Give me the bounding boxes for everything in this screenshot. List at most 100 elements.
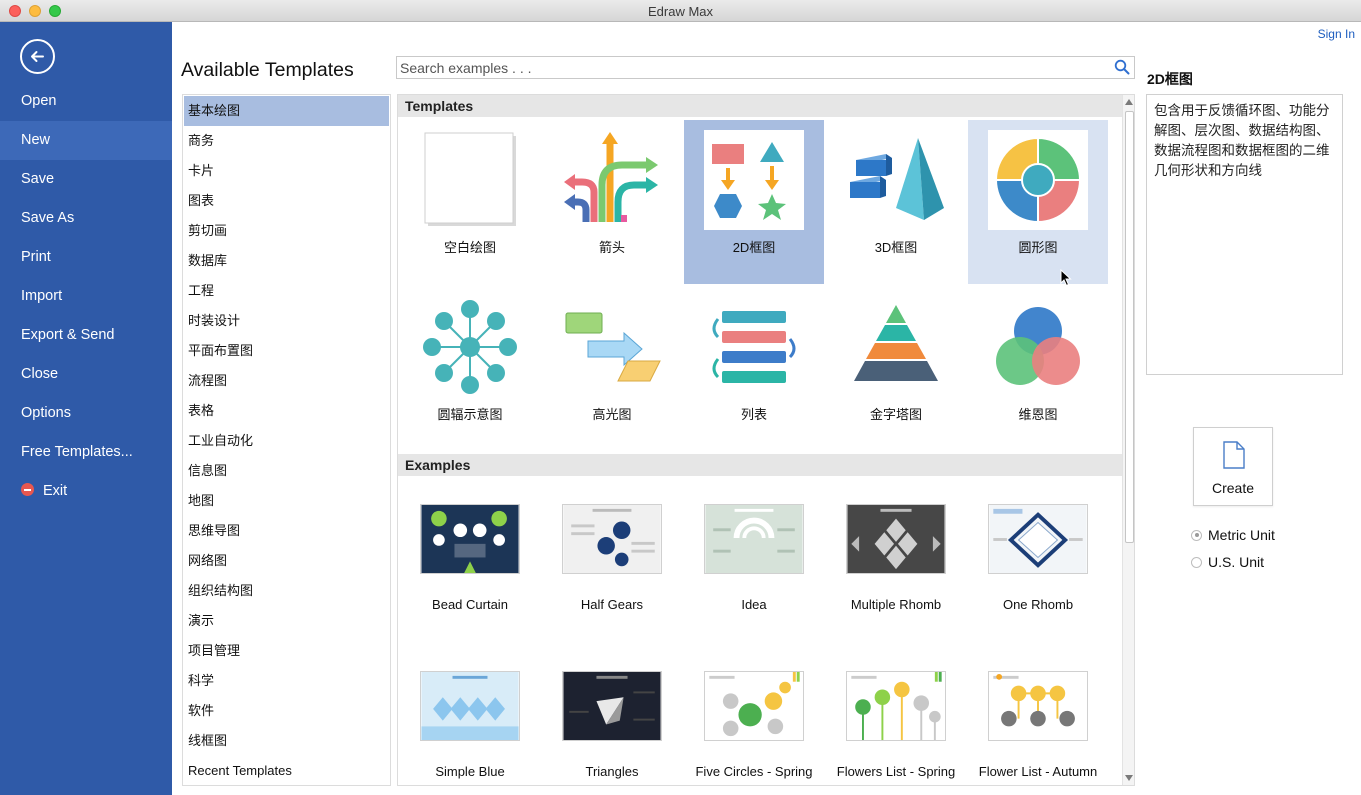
template-label: 圆形图 — [1018, 240, 1058, 255]
category-item[interactable]: 商务 — [184, 126, 389, 156]
search-input[interactable] — [397, 57, 1097, 78]
triangles-thumbnail — [562, 671, 662, 741]
category-item[interactable]: 信息图 — [184, 456, 389, 486]
example-tile-five-circles-spring[interactable]: Five Circles - Spring — [684, 663, 824, 785]
example-tile-bead-curtain[interactable]: Bead Curtain — [400, 496, 540, 656]
category-item[interactable]: 网络图 — [184, 546, 389, 576]
main-content: Sign In Available Templates 基本绘图 商务 卡片 图表 剪切… — [172, 22, 1361, 795]
metric-unit-radio[interactable]: Metric Unit — [1191, 526, 1275, 544]
nav-item-export-send[interactable]: Export & Send — [0, 316, 172, 355]
nav-item-save-as[interactable]: Save As — [0, 199, 172, 238]
template-tile-venn[interactable]: 维恩图 — [968, 287, 1108, 451]
template-tile-2d-block[interactable]: 2D框图 — [684, 120, 824, 284]
create-label: Create — [1211, 480, 1255, 496]
example-tile-flower-list-autumn[interactable]: Flower List - Autumn — [968, 663, 1108, 785]
gallery-scrollbar[interactable] — [1122, 95, 1134, 785]
category-list: 基本绘图 商务 卡片 图表 剪切画 数据库 工程 时装设计 平面布置图 流程图 表格 工业自动化 信息图… — [183, 95, 390, 786]
category-item[interactable]: 组织结构图 — [184, 576, 389, 606]
blank-page-icon — [424, 132, 516, 226]
half-gears-thumbnail — [562, 504, 662, 574]
nav-item-free-templates[interactable]: Free Templates... — [0, 433, 172, 472]
example-tile-flowers-list-spring[interactable]: Flowers List - Spring — [826, 663, 966, 785]
template-tile-pyramid[interactable]: 金字塔图 — [826, 287, 966, 451]
example-tile-triangles[interactable]: Triangles — [542, 663, 682, 785]
search-icon[interactable] — [1114, 59, 1130, 75]
category-item[interactable]: 地图 — [184, 486, 389, 516]
category-item[interactable]: 演示 — [184, 606, 389, 636]
template-tile-highlight[interactable]: 高光图 — [542, 287, 682, 451]
example-tile-multiple-rhomb[interactable]: Multiple Rhomb — [826, 496, 966, 656]
category-item[interactable]: 科学 — [184, 666, 389, 696]
category-item[interactable]: 数据库 — [184, 246, 389, 276]
3d-block-icon — [850, 138, 944, 220]
scroll-thumb[interactable] — [1125, 111, 1134, 543]
window-title: Edraw Max — [647, 4, 714, 19]
detail-title: 2D框图 — [1147, 71, 1193, 87]
category-item[interactable]: Recent Templates — [184, 756, 389, 786]
example-label: Simple Blue — [435, 764, 505, 779]
template-tile-blank[interactable]: 空白绘图 — [400, 120, 540, 284]
arrows-icon — [564, 132, 658, 222]
scroll-down-icon[interactable] — [1125, 775, 1133, 781]
template-tile-spoke[interactable]: 圆辐示意图 — [400, 287, 540, 451]
back-button[interactable] — [20, 39, 55, 74]
nav-item-exit[interactable]: Exit — [0, 472, 172, 511]
template-tile-list[interactable]: 列表 — [684, 287, 824, 451]
us-unit-label: U.S. Unit — [1208, 554, 1265, 570]
category-item[interactable]: 图表 — [184, 186, 389, 216]
example-tile-one-rhomb[interactable]: One Rhomb — [968, 496, 1108, 656]
category-item[interactable]: 项目管理 — [184, 636, 389, 666]
nav-item-print[interactable]: Print — [0, 238, 172, 277]
example-label: Flowers List - Spring — [836, 764, 956, 779]
nav-item-import[interactable]: Import — [0, 277, 172, 316]
simple-blue-thumbnail — [420, 671, 520, 741]
idea-thumbnail — [704, 504, 804, 574]
create-button[interactable]: Create — [1193, 427, 1273, 506]
example-tile-half-gears[interactable]: Half Gears — [542, 496, 682, 656]
template-tile-circle[interactable]: 圆形图 — [968, 120, 1108, 284]
category-item[interactable]: 基本绘图 — [184, 96, 389, 126]
nav-item-close[interactable]: Close — [0, 355, 172, 394]
example-tile-simple-blue[interactable]: Simple Blue — [400, 663, 540, 785]
category-item[interactable]: 工程 — [184, 276, 389, 306]
template-tile-arrows[interactable]: 箭头 — [542, 120, 682, 284]
template-label: 2D框图 — [732, 240, 776, 255]
category-item[interactable]: 流程图 — [184, 366, 389, 396]
us-unit-radio[interactable]: U.S. Unit — [1191, 553, 1264, 571]
example-label: Five Circles - Spring — [695, 764, 813, 779]
template-gallery[interactable]: Templates 空白绘图 箭头 2D框图 3D框图 圆形图 圆辐示意图 高光… — [397, 94, 1135, 786]
example-tile-idea[interactable]: Idea — [684, 496, 824, 656]
title-bar: Edraw Max — [0, 0, 1361, 22]
nav-item-new[interactable]: New — [0, 121, 172, 160]
example-label: Flower List - Autumn — [978, 764, 1098, 779]
template-label: 3D框图 — [874, 240, 918, 255]
template-label: 列表 — [740, 407, 767, 422]
template-label: 维恩图 — [1018, 407, 1058, 422]
category-item[interactable]: 表格 — [184, 396, 389, 426]
category-item[interactable]: 平面布置图 — [184, 336, 389, 366]
metric-unit-label: Metric Unit — [1208, 527, 1275, 543]
nav-item-open[interactable]: Open — [0, 82, 172, 121]
example-label: Bead Curtain — [432, 597, 508, 612]
template-label: 金字塔图 — [869, 407, 922, 422]
category-item[interactable]: 剪切画 — [184, 216, 389, 246]
template-tile-3d-block[interactable]: 3D框图 — [826, 120, 966, 284]
templates-section-header: Templates — [398, 95, 1122, 117]
category-item[interactable]: 工业自动化 — [184, 426, 389, 456]
nav-item-save[interactable]: Save — [0, 160, 172, 199]
flower-list-autumn-thumbnail — [988, 671, 1088, 741]
sign-in-link[interactable]: Sign In — [1318, 27, 1355, 41]
category-item[interactable]: 卡片 — [184, 156, 389, 186]
venn-icon — [996, 307, 1080, 385]
category-item[interactable]: 时装设计 — [184, 306, 389, 336]
nav-item-options[interactable]: Options — [0, 394, 172, 433]
category-item[interactable]: 思维导图 — [184, 516, 389, 546]
example-label: Idea — [741, 597, 767, 612]
bead-curtain-thumbnail — [420, 504, 520, 574]
circle-diagram-icon — [988, 130, 1088, 230]
category-item[interactable]: 软件 — [184, 696, 389, 726]
template-label: 空白绘图 — [443, 240, 496, 255]
scroll-up-icon[interactable] — [1125, 99, 1133, 105]
highlight-icon — [565, 312, 661, 382]
category-item[interactable]: 线框图 — [184, 726, 389, 756]
